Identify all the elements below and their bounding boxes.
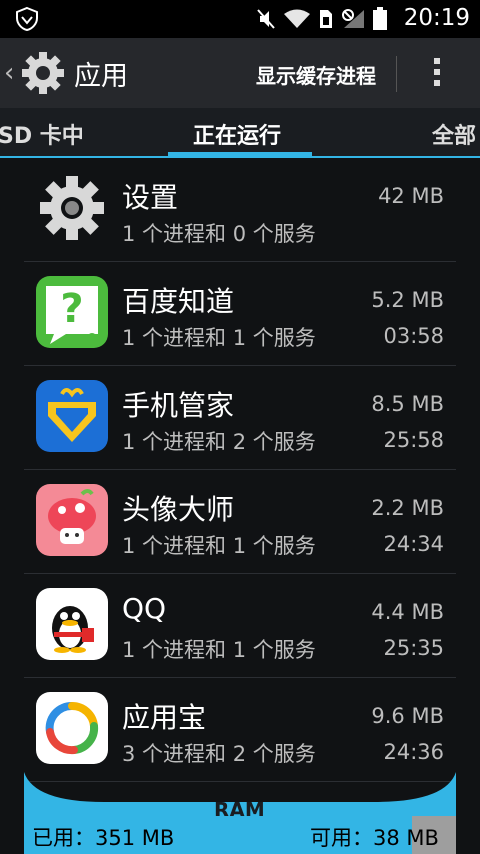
app-name: QQ: [122, 592, 167, 625]
svg-text:?: ?: [60, 286, 83, 332]
avatar-master-app-icon: [36, 484, 108, 556]
ram-available-text: 可用：38 MB: [310, 826, 439, 850]
baidu-zhidao-app-icon: ?: [36, 276, 108, 348]
app-name: 头像大师: [122, 493, 235, 526]
clock: 20:19: [403, 5, 470, 31]
wifi-icon: [284, 9, 310, 28]
tab-running[interactable]: 正在运行: [193, 118, 281, 150]
settings-app-icon: [40, 176, 104, 240]
app-detail: 1 个进程和 1 个服务: [122, 534, 316, 558]
list-item[interactable]: 设置 1 个进程和 0 个服务 42 MB: [24, 158, 456, 262]
sim-icon: [320, 10, 332, 28]
tab-sd-card[interactable]: SD 卡中: [0, 118, 84, 150]
status-icons: [256, 7, 388, 31]
list-item[interactable]: QQ 1 个进程和 1 个服务 4.4 MB 25:35: [24, 574, 456, 678]
list-item[interactable]: 应用宝 3 个进程和 2 个服务 9.6 MB 24:36: [24, 678, 456, 782]
settings-gear-icon[interactable]: [20, 50, 66, 96]
app-name: 百度知道: [122, 285, 235, 318]
running-apps-list: 设置 1 个进程和 0 个服务 42 MB ? 百度知道 1 个进程和 1 个服…: [24, 158, 456, 782]
overflow-menu-icon[interactable]: [430, 56, 444, 92]
app-size: 4.4 MB: [371, 600, 444, 624]
app-store-app-icon: [36, 692, 108, 764]
ram-usage-panel: RAM 已用：351 MB 可用：38 MB: [24, 772, 456, 854]
app-detail: 3 个进程和 2 个服务: [122, 742, 316, 766]
app-name: 应用宝: [122, 701, 207, 734]
shield-icon: [16, 6, 38, 32]
app-name: 手机管家: [122, 389, 235, 422]
phone-manager-app-icon: [36, 380, 108, 452]
app-detail: 1 个进程和 2 个服务: [122, 430, 316, 454]
app-size: 5.2 MB: [371, 288, 444, 312]
battery-icon: [373, 7, 387, 30]
app-size: 42 MB: [378, 184, 444, 208]
app-runtime: 25:35: [383, 636, 444, 660]
app-runtime: 25:58: [383, 428, 444, 452]
page-title: 应用: [74, 61, 128, 92]
list-item[interactable]: 手机管家 1 个进程和 2 个服务 8.5 MB 25:58: [24, 366, 456, 470]
app-runtime: 24:34: [383, 532, 444, 556]
app-runtime: 24:36: [383, 740, 444, 764]
tab-bar: SD 卡中 正在运行 全部: [0, 108, 480, 158]
action-bar: ‹ 应用 显示缓存进程: [0, 38, 480, 108]
qq-app-icon: [36, 588, 108, 660]
list-item[interactable]: 头像大师 1 个进程和 1 个服务 2.2 MB 24:34: [24, 470, 456, 574]
back-chevron-icon[interactable]: ‹: [4, 58, 14, 88]
app-name: 设置: [122, 181, 179, 214]
app-size: 8.5 MB: [371, 392, 444, 416]
app-detail: 1 个进程和 0 个服务: [122, 222, 316, 246]
no-signal-icon: [342, 9, 364, 28]
app-detail: 1 个进程和 1 个服务: [122, 326, 316, 350]
mute-icon: [257, 9, 275, 29]
action-divider: [396, 56, 397, 92]
show-cached-processes-button[interactable]: 显示缓存进程: [256, 60, 376, 89]
app-size: 9.6 MB: [371, 704, 444, 728]
list-item[interactable]: ? 百度知道 1 个进程和 1 个服务 5.2 MB 03:58: [24, 262, 456, 366]
app-size: 2.2 MB: [371, 496, 444, 520]
tab-all[interactable]: 全部: [432, 118, 476, 150]
app-runtime: 03:58: [383, 324, 444, 348]
status-bar: 20:19: [0, 0, 480, 38]
ram-used-text: 已用：351 MB: [32, 826, 175, 850]
app-detail: 1 个进程和 1 个服务: [122, 638, 316, 662]
